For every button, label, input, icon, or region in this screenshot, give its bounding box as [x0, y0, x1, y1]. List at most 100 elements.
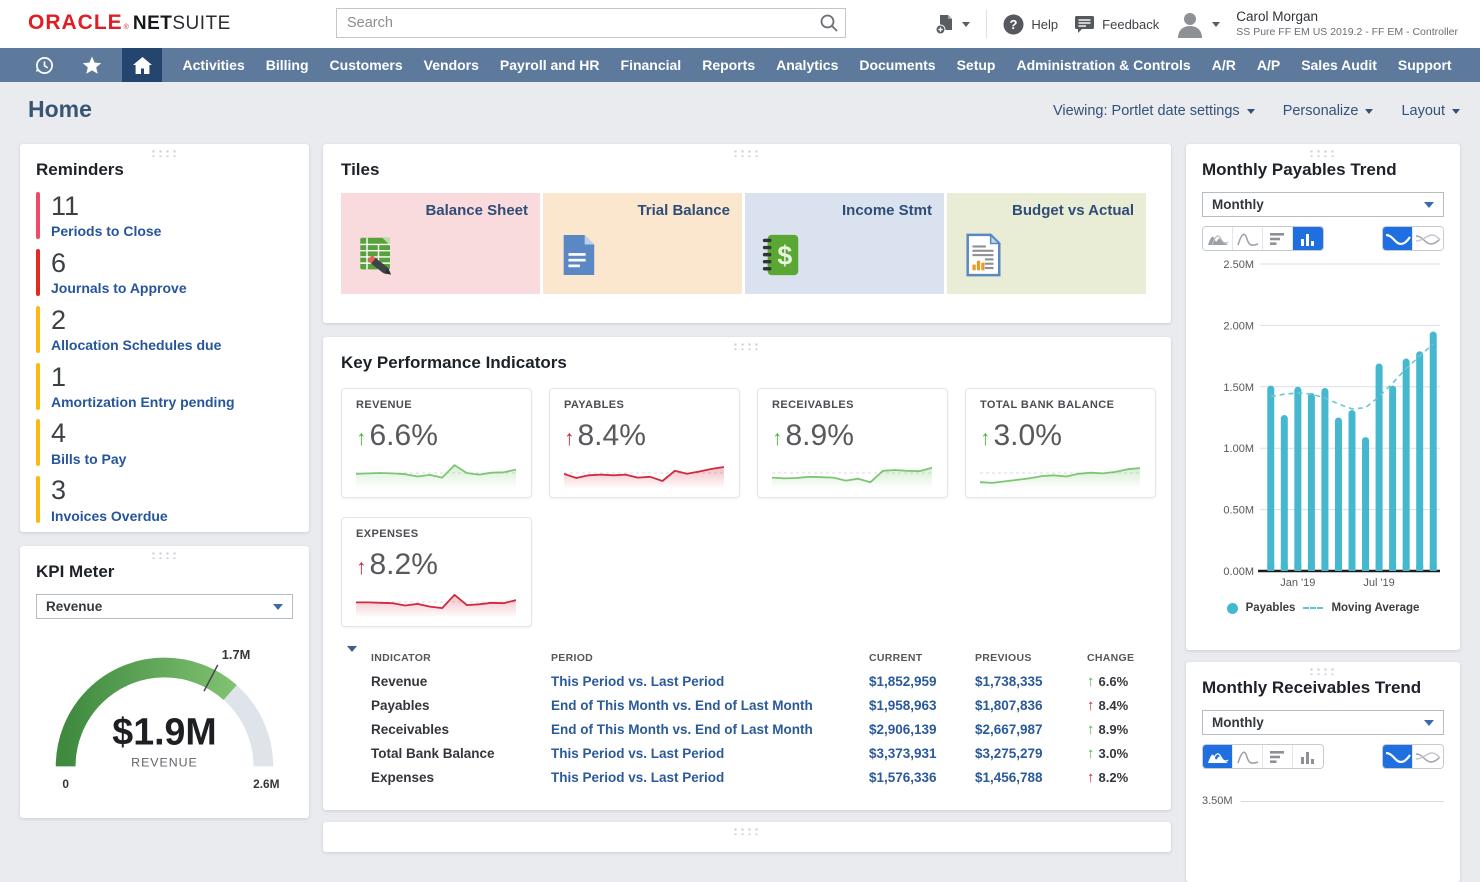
smooth-overlay-button[interactable] — [1383, 745, 1413, 768]
nav-item-setup[interactable]: Setup — [946, 48, 1006, 82]
vbar-chart-button[interactable] — [1293, 745, 1323, 768]
reminder-count: 4 — [51, 418, 67, 449]
current-cell[interactable]: $1,576,336 — [869, 770, 975, 785]
nav-item-customers[interactable]: Customers — [319, 48, 413, 82]
hbar-chart-button[interactable] — [1263, 227, 1293, 250]
search-icon[interactable] — [819, 13, 839, 38]
drag-handle-icon[interactable] — [1308, 149, 1338, 157]
nav-item-analytics[interactable]: Analytics — [766, 48, 849, 82]
app-header: ORACLE® NETSUITE ? Help Feedback Carol M… — [0, 0, 1480, 48]
kpi-meter-portlet: KPI Meter Revenue 1.7M $1.9M REVENUE 0 2.6M — [20, 546, 309, 818]
kpi-change-value: 3.0% — [993, 419, 1062, 452]
nav-item-activities[interactable]: Activities — [172, 48, 255, 82]
line-overlay-button[interactable] — [1413, 745, 1443, 768]
reminder-label: Bills to Pay — [51, 450, 127, 467]
drag-handle-icon[interactable] — [732, 827, 762, 835]
reminder-item[interactable]: 4 Bills to Pay — [36, 418, 293, 467]
nav-item-financial[interactable]: Financial — [610, 48, 692, 82]
nav-item-a-r[interactable]: A/R — [1201, 48, 1246, 82]
kpi-table-row: Payables End of This Month vs. End of Las… — [341, 693, 1153, 717]
line-overlay-button[interactable] — [1413, 227, 1443, 250]
vbar-chart-button[interactable] — [1293, 227, 1323, 250]
moving-average-legend-dash — [1303, 607, 1324, 609]
nav-item-a-p[interactable]: A/P — [1246, 48, 1290, 82]
reminder-item[interactable]: 1 Amortization Entry pending — [36, 361, 293, 410]
previous-cell[interactable]: $1,738,335 — [975, 674, 1087, 689]
period-cell[interactable]: End of This Month vs. End of Last Month — [551, 722, 869, 737]
reminders-title: Reminders — [36, 160, 124, 179]
previous-cell[interactable]: $3,275,279 — [975, 746, 1087, 761]
reminder-label: Amortization Entry pending — [51, 393, 235, 410]
reminder-item[interactable]: 6 Journals to Approve — [36, 248, 293, 296]
nav-item-support[interactable]: Support — [1387, 48, 1462, 82]
help-button[interactable]: ? Help — [1003, 14, 1058, 35]
drag-handle-icon[interactable] — [149, 149, 180, 157]
kpi-card-revenue[interactable]: REVENUE ↑ 6.6% — [341, 388, 532, 498]
reminder-item[interactable]: 3 Invoices Overdue — [36, 476, 293, 524]
kpi-card-label: TOTAL BANK BALANCE — [980, 399, 1115, 411]
kpi-card-payables[interactable]: PAYABLES ↑ 8.4% — [549, 388, 740, 498]
previous-cell[interactable]: $2,667,987 — [975, 722, 1087, 737]
user-menu[interactable] — [1175, 10, 1221, 38]
kpi-card-total-bank-balance[interactable]: TOTAL BANK BALANCE ↑ 3.0% — [965, 388, 1156, 498]
kpi-card-expenses[interactable]: EXPENSES ↑ 8.2% — [341, 517, 532, 627]
tile-balance-sheet[interactable]: Balance Sheet — [341, 193, 540, 294]
reminder-count: 1 — [51, 361, 67, 392]
previous-cell[interactable]: $1,456,788 — [975, 770, 1087, 785]
new-record-button[interactable] — [935, 13, 971, 35]
kpi-card-receivables[interactable]: RECEIVABLES ↑ 8.9% — [757, 388, 948, 498]
current-cell[interactable]: $2,906,139 — [869, 722, 975, 737]
period-cell[interactable]: This Period vs. Last Period — [551, 770, 869, 785]
new-record-caret-icon — [962, 21, 971, 27]
kpi-table: INDICATOR PERIOD CURRENT PREVIOUS CHANGE Reve… — [341, 646, 1153, 789]
feedback-button[interactable]: Feedback — [1074, 15, 1159, 34]
period-cell[interactable]: This Period vs. Last Period — [551, 746, 869, 761]
shortcuts-star-icon[interactable] — [72, 48, 112, 82]
previous-cell[interactable]: $1,807,836 — [975, 698, 1087, 713]
recent-records-icon[interactable] — [24, 48, 64, 82]
drag-handle-icon[interactable] — [149, 551, 180, 559]
drag-handle-icon[interactable] — [1308, 667, 1338, 675]
layout-dropdown[interactable]: Layout — [1401, 103, 1460, 119]
reminder-item[interactable]: 2 Allocation Schedules due — [36, 304, 293, 353]
reminder-count: 2 — [51, 304, 67, 335]
receivables-period-select[interactable]: Monthly — [1202, 710, 1444, 735]
current-cell[interactable]: $1,958,963 — [869, 698, 975, 713]
kpi-meter-select[interactable]: Revenue — [36, 594, 293, 619]
area-chart-button[interactable] — [1203, 745, 1233, 768]
search-input[interactable] — [336, 8, 846, 38]
drag-handle-icon[interactable] — [732, 149, 762, 157]
home-icon[interactable] — [122, 48, 162, 82]
payables-period-select[interactable]: Monthly — [1202, 192, 1444, 217]
smooth-overlay-button[interactable] — [1383, 227, 1413, 250]
kpi-title: Key Performance Indicators — [341, 353, 567, 372]
nav-item-administration-controls[interactable]: Administration & Controls — [1006, 48, 1201, 82]
tile-label: Balance Sheet — [425, 202, 528, 219]
indicator-filter-caret-icon[interactable] — [347, 646, 357, 664]
tile-trial-balance[interactable]: Trial Balance — [543, 193, 742, 294]
line-chart-button[interactable] — [1233, 227, 1263, 250]
chart-type-group — [1202, 226, 1324, 251]
personalize-dropdown[interactable]: Personalize — [1283, 103, 1374, 119]
column-header: PERIOD — [551, 652, 594, 664]
viewing-dropdown[interactable]: Viewing: Portlet date settings — [1053, 103, 1255, 119]
nav-item-reports[interactable]: Reports — [692, 48, 766, 82]
nav-item-billing[interactable]: Billing — [255, 48, 319, 82]
chart-type-group — [1202, 744, 1324, 769]
period-cell[interactable]: This Period vs. Last Period — [551, 674, 869, 689]
current-cell[interactable]: $1,852,959 — [869, 674, 975, 689]
area-chart-button[interactable] — [1203, 227, 1233, 250]
nav-item-sales-audit[interactable]: Sales Audit — [1291, 48, 1388, 82]
nav-item-payroll-and-hr[interactable]: Payroll and HR — [489, 48, 610, 82]
period-cell[interactable]: End of This Month vs. End of Last Month — [551, 698, 869, 713]
line-chart-button[interactable] — [1233, 745, 1263, 768]
drag-handle-icon[interactable] — [732, 342, 762, 350]
tile-budget-vs-actual[interactable]: Budget vs Actual — [947, 193, 1146, 294]
tile-income-stmt[interactable]: Income Stmt $ — [745, 193, 944, 294]
current-cell[interactable]: $3,373,931 — [869, 746, 975, 761]
reminder-color-bar — [36, 305, 40, 353]
nav-item-documents[interactable]: Documents — [849, 48, 946, 82]
hbar-chart-button[interactable] — [1263, 745, 1293, 768]
nav-item-vendors[interactable]: Vendors — [413, 48, 489, 82]
reminder-item[interactable]: 11 Periods to Close — [36, 192, 293, 239]
